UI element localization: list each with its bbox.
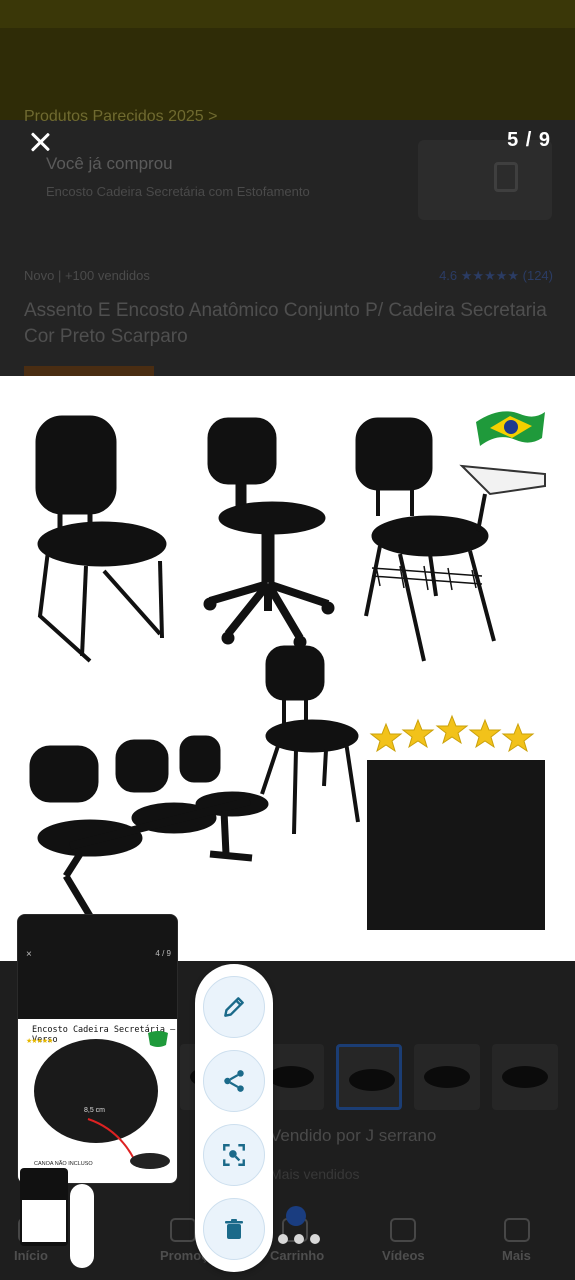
tab-videos[interactable]: Vídeos	[382, 1248, 425, 1263]
fixed-chair	[260, 645, 360, 835]
preview-caption: CANOA NÃO INCLUSO	[34, 1161, 93, 1167]
swivel-chair	[203, 417, 335, 649]
bench-row	[29, 735, 269, 918]
seller-name: Vendido por J serrano	[270, 1126, 437, 1145]
dot	[294, 1234, 304, 1244]
thumbnail[interactable]	[414, 1044, 480, 1110]
mini-card	[22, 1200, 66, 1242]
product-rating: 4.6 ★★★★★ (124)	[439, 268, 553, 283]
preview-counter: 4 / 9	[155, 949, 171, 958]
video-icon	[390, 1218, 416, 1242]
bag-thumb	[418, 140, 552, 220]
lens-button[interactable]	[203, 1124, 265, 1186]
seller-sub: Mais vendidos	[270, 1166, 360, 1182]
shopping-bag-icon	[494, 162, 518, 192]
share-button[interactable]	[203, 1050, 265, 1112]
mini-actions	[70, 1184, 94, 1268]
dot	[278, 1234, 288, 1244]
bought-subtitle: Encosto Cadeira Secretária com Estofamen…	[46, 184, 310, 199]
pagination-dots	[278, 1231, 326, 1249]
dot	[310, 1234, 320, 1244]
chairs-collage	[29, 411, 546, 930]
pencil-icon	[224, 997, 244, 1017]
bought-title: Você já comprou	[46, 154, 173, 173]
backrest-illustration	[34, 1031, 170, 1169]
cart-badge	[286, 1206, 306, 1226]
delete-button[interactable]	[203, 1198, 265, 1260]
product-image[interactable]	[0, 376, 575, 961]
tab-home[interactable]: Início	[14, 1248, 48, 1263]
promo-badge	[24, 366, 154, 376]
preview-image: Encosto Cadeira Secretária — Verso ★★★★★…	[18, 1019, 177, 1183]
close-viewer-button[interactable]	[22, 124, 58, 160]
bought-card: Você já comprou Encosto Cadeira Secretár…	[24, 140, 552, 220]
brazil-flag-icon	[476, 411, 545, 446]
tab-more[interactable]: Mais	[502, 1248, 531, 1263]
menu-icon	[504, 1218, 530, 1242]
screenshot-preview[interactable]: × 4 / 9 Encosto Cadeira Secretária — Ver…	[17, 914, 178, 1184]
tag-icon	[170, 1218, 196, 1242]
preview-header: × 4 / 9	[18, 915, 177, 1019]
screenshot-actions	[195, 964, 273, 1272]
product-meta: Novo | +100 vendidos	[24, 268, 150, 283]
mini-screenshot	[20, 1168, 68, 1246]
scan-icon	[223, 1144, 245, 1166]
five-stars-icon	[369, 714, 535, 753]
fabric-swatch	[367, 760, 545, 930]
thumbnail-selected[interactable]	[336, 1044, 402, 1110]
trash-icon	[225, 1219, 243, 1239]
preview-measure: 8,5 cm	[84, 1107, 106, 1114]
tablet-chair	[355, 417, 546, 662]
image-counter: 5 / 9	[507, 129, 551, 151]
status-bar	[0, 0, 575, 28]
edit-button[interactable]	[203, 976, 265, 1038]
share-icon	[224, 1070, 244, 1092]
product-title: Assento E Encosto Anatômico Conjunto P/ …	[24, 300, 547, 347]
tab-cart[interactable]: Carrinho	[270, 1248, 324, 1263]
header-banner: Produtos Parecidos 2025 >	[0, 28, 575, 125]
preview-close-icon: ×	[26, 949, 32, 960]
thumbnail[interactable]	[492, 1044, 558, 1110]
sled-chair	[35, 415, 167, 663]
